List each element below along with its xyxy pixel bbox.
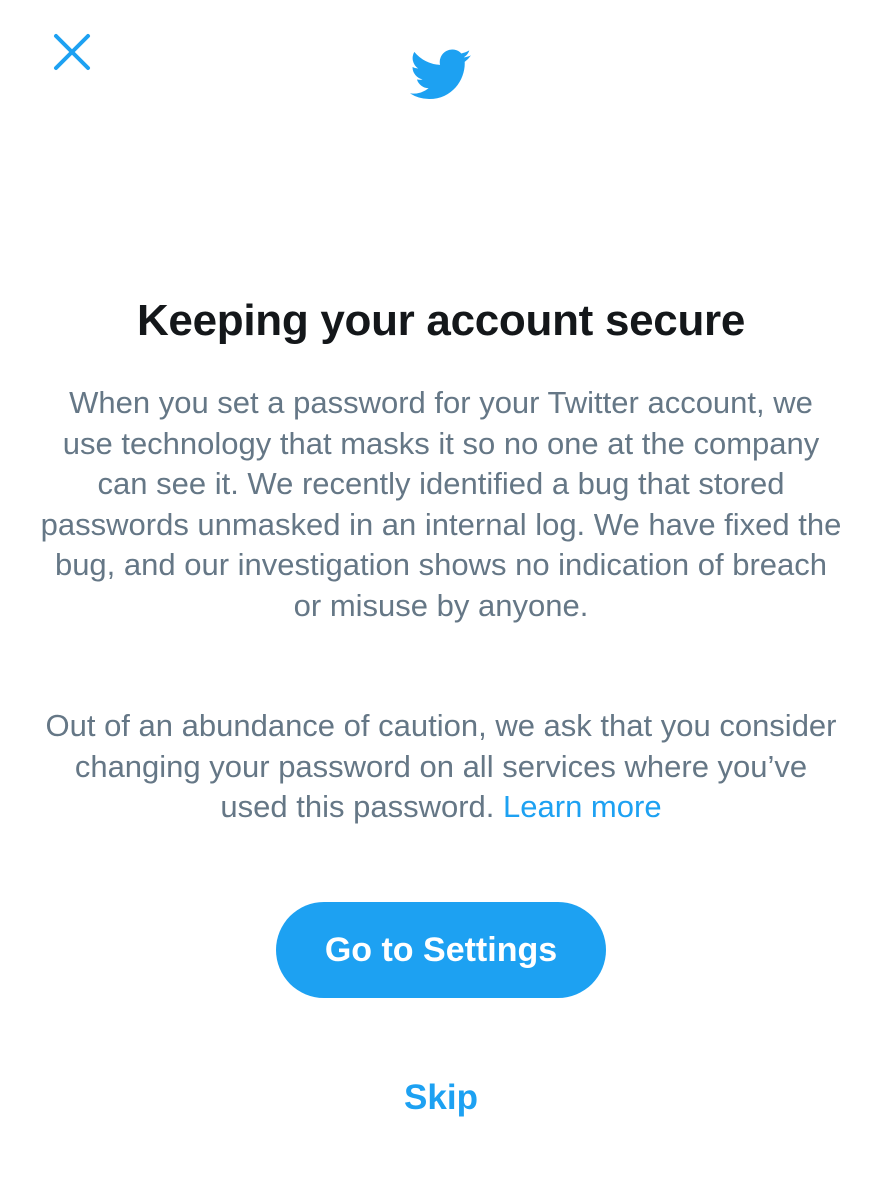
close-icon [54,34,90,70]
security-explanation-text: When you set a password for your Twitter… [40,385,842,623]
caution-text-body: Out of an abundance of caution, we ask t… [45,708,837,824]
caution-text: Out of an abundance of caution, we ask t… [40,706,842,828]
close-button[interactable] [48,28,96,76]
learn-more-link[interactable]: Learn more [503,789,662,824]
skip-button[interactable]: Skip [341,1070,541,1126]
twitter-bird-icon [410,49,471,100]
page-title: Keeping your account secure [136,296,746,345]
go-to-settings-button[interactable]: Go to Settings [276,902,606,998]
